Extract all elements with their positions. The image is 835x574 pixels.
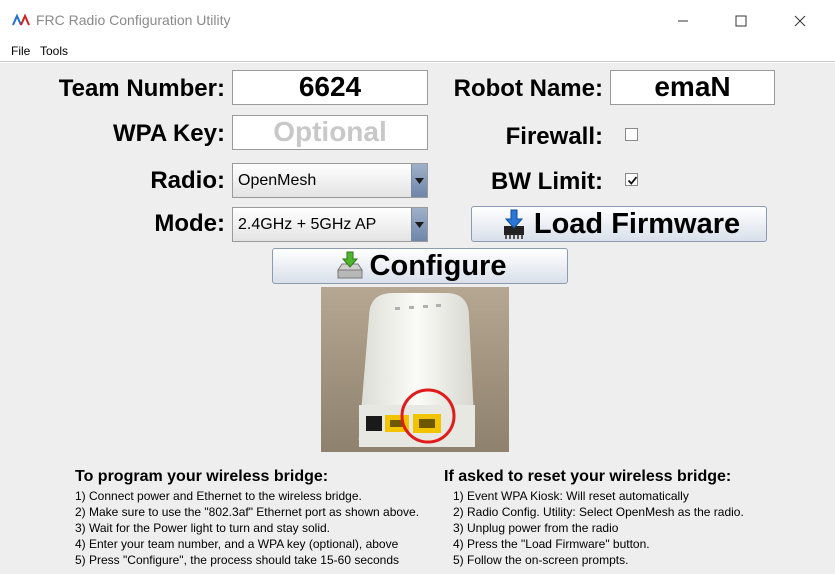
chevron-down-icon[interactable] xyxy=(411,164,427,197)
radio-select[interactable]: OpenMesh xyxy=(232,163,428,198)
program-step: 4) Enter your team number, and a WPA key… xyxy=(75,537,399,551)
program-step: 2) Make sure to use the "802.3af" Ethern… xyxy=(75,505,420,519)
menu-tools[interactable]: Tools xyxy=(40,44,68,58)
reset-step: 1) Event WPA Kiosk: Will reset automatic… xyxy=(453,489,689,503)
program-step: 5) Press "Configure", the process should… xyxy=(75,553,400,567)
title-bar: FRC Radio Configuration Utility xyxy=(0,0,835,42)
reset-step: 4) Press the "Load Firmware" button. xyxy=(453,537,650,551)
reset-step: 5) Follow the on-screen prompts. xyxy=(453,553,629,567)
minimize-button[interactable] xyxy=(660,0,706,42)
program-instructions-title: To program your wireless bridge: xyxy=(75,468,329,485)
load-firmware-label: Load Firmware xyxy=(533,207,741,240)
radio-select-value: OpenMesh xyxy=(238,172,317,189)
robot-name-label: Robot Name: xyxy=(453,75,603,102)
firewall-checkbox[interactable] xyxy=(625,128,638,141)
chip-download-icon xyxy=(498,208,530,240)
reset-instructions: If asked to reset your wireless bridge: … xyxy=(444,468,824,568)
menu-file[interactable]: File xyxy=(11,44,30,58)
reset-step: 2) Radio Config. Utility: Select OpenMes… xyxy=(453,505,744,519)
maximize-button[interactable] xyxy=(718,0,764,42)
bw-limit-label: BW Limit: xyxy=(491,168,603,195)
load-firmware-button[interactable]: Load Firmware xyxy=(471,206,767,242)
window-title: FRC Radio Configuration Utility xyxy=(36,12,231,28)
team-number-label: Team Number: xyxy=(58,75,225,102)
program-step: 1) Connect power and Ethernet to the wir… xyxy=(75,489,362,503)
team-number-input[interactable]: 6624 xyxy=(232,70,428,105)
main-panel: Team Number: 6624 Robot Name: emaN WPA K… xyxy=(0,63,835,574)
program-step: 3) Wait for the Power light to turn and … xyxy=(75,521,331,535)
wpa-key-label: WPA Key: xyxy=(112,120,225,147)
firewall-label: Firewall: xyxy=(505,123,603,150)
reset-step: 3) Unplug power from the radio xyxy=(453,521,619,535)
menu-bar: File Tools xyxy=(0,42,835,62)
configure-button[interactable]: Configure xyxy=(272,248,568,284)
robot-name-input[interactable]: emaN xyxy=(610,70,775,105)
bw-limit-checkbox[interactable] xyxy=(625,173,638,186)
program-instructions: To program your wireless bridge: 1) Conn… xyxy=(75,468,435,568)
radio-port-diagram xyxy=(321,287,509,452)
radio-label: Radio: xyxy=(150,167,225,194)
wpa-key-input[interactable]: Optional xyxy=(232,115,428,150)
close-button[interactable] xyxy=(777,0,823,42)
mode-select-value: 2.4GHz + 5GHz AP xyxy=(238,216,377,233)
mode-label: Mode: xyxy=(154,210,225,237)
frc-logo-icon xyxy=(12,13,30,27)
configure-label: Configure xyxy=(369,249,507,282)
checkmark-icon xyxy=(627,176,638,185)
reset-instructions-title: If asked to reset your wireless bridge: xyxy=(444,468,732,485)
chevron-down-icon[interactable] xyxy=(411,208,427,241)
drive-download-icon xyxy=(334,250,366,282)
mode-select[interactable]: 2.4GHz + 5GHz AP xyxy=(232,207,428,242)
